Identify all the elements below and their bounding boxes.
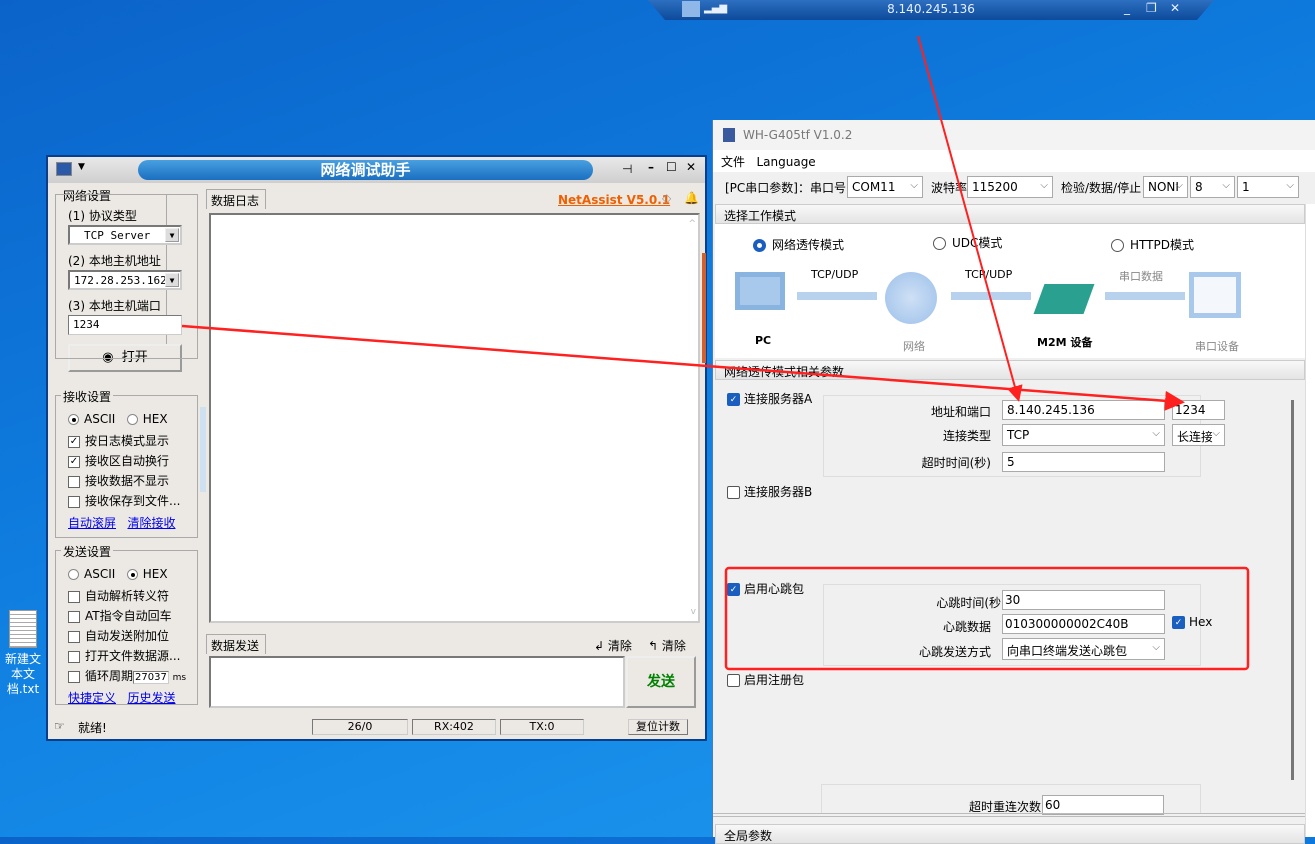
highlight-box [724, 566, 1250, 671]
annotation-overlay [181, 35, 1250, 671]
annotation-arrow [917, 35, 1023, 402]
annotation-arrow [181, 324, 1185, 411]
